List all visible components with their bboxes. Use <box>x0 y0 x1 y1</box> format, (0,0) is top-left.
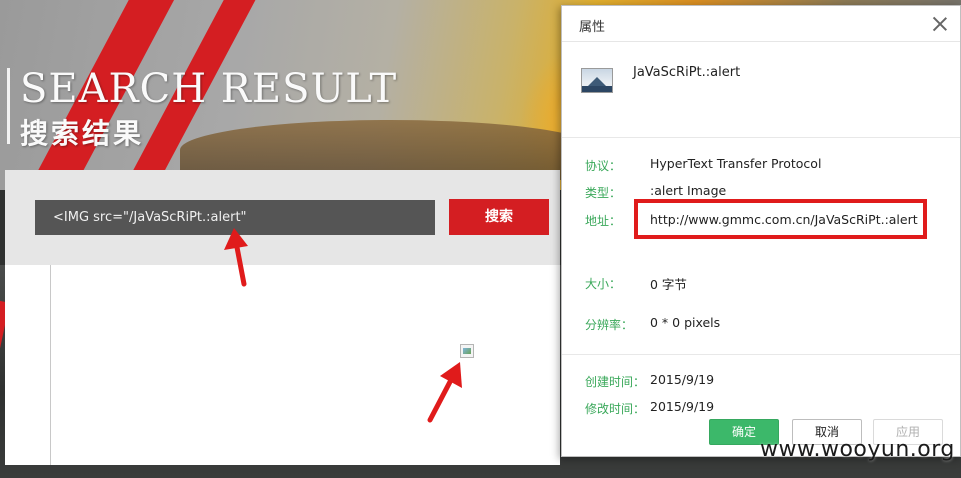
divider <box>562 137 960 138</box>
modified-time-label: 修改时间： <box>585 402 646 416</box>
type-label: 类型： <box>585 186 622 200</box>
resolution-value: 0 * 0 pixels <box>650 315 721 330</box>
created-time-value: 2015/9/19 <box>650 372 715 387</box>
results-area <box>5 265 560 465</box>
size-label: 大小： <box>585 277 622 291</box>
page-title: SEARCH RESULT <box>20 66 398 112</box>
resolution-label: 分辨率： <box>585 318 634 332</box>
type-value: :alert Image <box>650 183 727 198</box>
file-name: JaVaScRiPt.:alert <box>633 65 741 80</box>
protocol-label: 协议： <box>585 159 622 173</box>
divider <box>562 354 960 355</box>
search-button[interactable]: 搜索 <box>449 199 549 235</box>
properties-dialog: 属性 JaVaScRiPt.:alert 协议： HyperText Trans… <box>561 5 961 457</box>
dialog-title: 属性 <box>579 20 606 35</box>
address-highlight-box <box>634 199 927 239</box>
page-subtitle: 搜索结果 <box>20 117 145 150</box>
image-file-icon <box>581 68 613 93</box>
dialog-header: 属性 <box>562 6 960 42</box>
created-time-label: 创建时间： <box>585 375 646 389</box>
title-accent-bar <box>7 68 10 144</box>
close-icon[interactable] <box>930 14 950 34</box>
watermark: www.wooyun.org <box>760 437 955 462</box>
size-value: 0 字节 <box>650 277 687 292</box>
protocol-value: HyperText Transfer Protocol <box>650 156 822 171</box>
annotation-arrow-icon <box>224 228 248 287</box>
broken-image-icon[interactable] <box>460 344 474 358</box>
modified-time-value: 2015/9/19 <box>650 399 715 414</box>
results-divider <box>50 265 51 465</box>
annotation-arrow-icon <box>427 362 462 423</box>
address-label: 地址： <box>585 214 622 228</box>
